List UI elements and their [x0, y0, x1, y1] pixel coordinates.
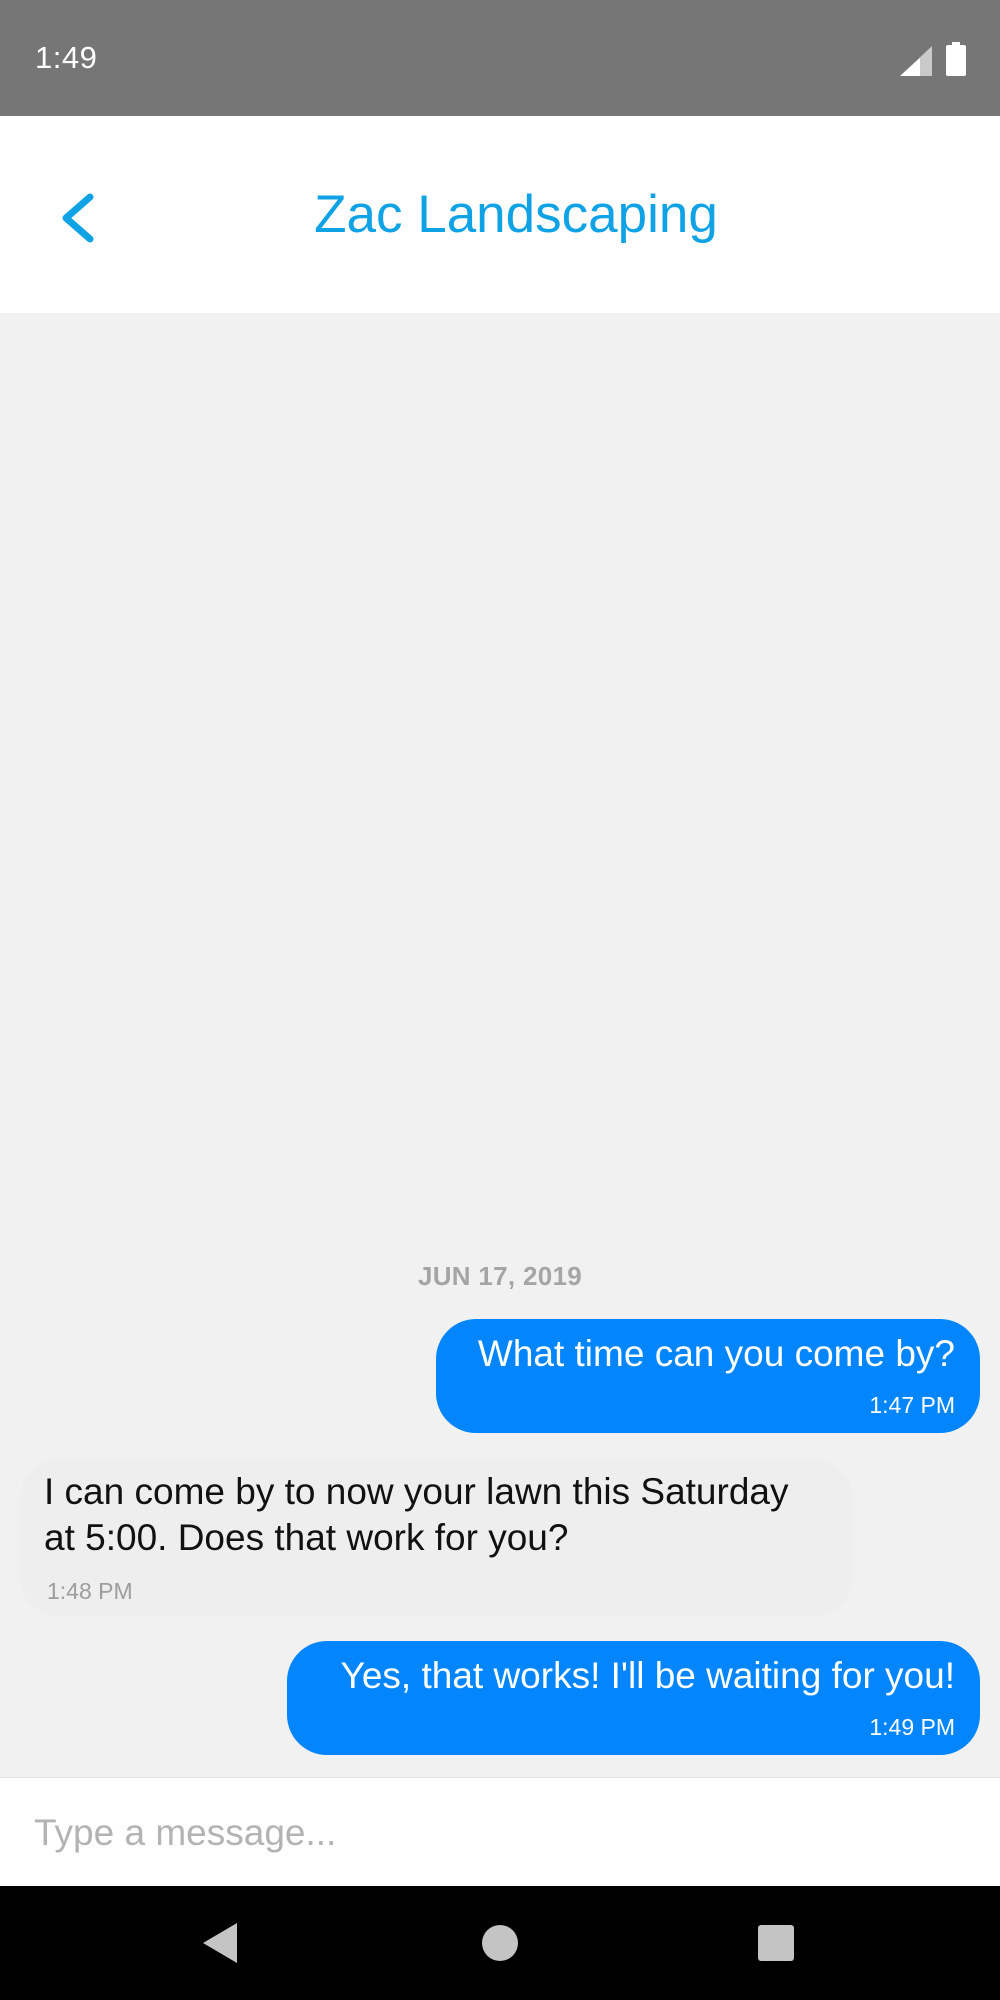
status-icons: [900, 42, 966, 76]
message-bubble-outgoing[interactable]: What time can you come by? 1:47 PM: [436, 1319, 980, 1433]
back-triangle-icon: [203, 1923, 237, 1963]
message-time: 1:49 PM: [869, 1714, 955, 1740]
message-time: 1:47 PM: [869, 1392, 955, 1418]
nav-home-button[interactable]: [475, 1918, 525, 1968]
message-text-line: at 5:00. Does that work for you?: [44, 1517, 569, 1558]
battery-icon: [946, 42, 966, 76]
message-text: What time can you come by?: [477, 1333, 955, 1374]
page-title: Zac Landscaping: [314, 185, 718, 244]
date-separator: JUN 17, 2019: [417, 1261, 583, 1291]
message-input[interactable]: [32, 1804, 966, 1862]
recents-square-icon: [758, 1925, 794, 1961]
signal-icon: [900, 46, 932, 76]
message-time: 1:48 PM: [47, 1578, 133, 1604]
message-composer: [0, 1777, 1000, 1886]
message-bubble-incoming[interactable]: I can come by to now your lawn this Satu…: [20, 1459, 853, 1617]
chat-header: Zac Landscaping: [0, 116, 1000, 313]
status-bar: 1:49: [0, 0, 1000, 116]
home-circle-icon: [482, 1925, 518, 1961]
message-bubble-outgoing[interactable]: Yes, that works! I'll be waiting for you…: [287, 1641, 980, 1755]
message-text-line: I can come by to now your lawn this Satu…: [44, 1471, 789, 1512]
message-text: Yes, that works! I'll be waiting for you…: [340, 1655, 955, 1696]
nav-recents-button[interactable]: [751, 1918, 801, 1968]
system-nav-bar: [0, 1886, 1000, 2000]
nav-back-button[interactable]: [197, 1918, 247, 1968]
message-list[interactable]: JUN 17, 2019 What time can you come by? …: [0, 313, 1000, 1777]
status-time: 1:49: [35, 40, 98, 75]
